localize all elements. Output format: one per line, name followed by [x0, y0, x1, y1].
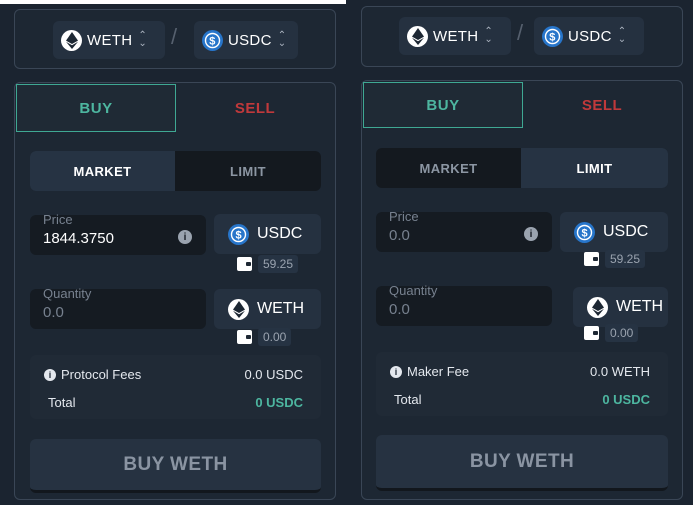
ethereum-icon: [587, 296, 608, 318]
quote-token-select[interactable]: $ USDC ⌃ ⌄: [194, 21, 298, 59]
price-unit-usdc: $ USDC: [560, 212, 668, 252]
price-label: Price: [43, 212, 73, 227]
quantity-unit-weth: WETH: [214, 289, 321, 329]
wallet-icon: [237, 330, 252, 344]
price-unit-label: USDC: [603, 223, 649, 240]
usdc-icon: $: [574, 221, 595, 243]
usdc-icon: $: [228, 223, 249, 245]
usdc-icon: $: [542, 25, 563, 47]
total-label: Total: [394, 392, 422, 407]
quantity-unit-weth: WETH: [573, 287, 668, 327]
fee-label: Maker Fee: [407, 364, 470, 379]
usdc-balance: 59.25: [584, 249, 646, 269]
order-panel: BUY SELL MARKET LIMIT Price 1844.3750 i …: [14, 82, 336, 500]
tab-sell[interactable]: SELL: [523, 82, 681, 128]
price-label: Price: [389, 209, 419, 224]
order-type-market[interactable]: MARKET: [30, 151, 175, 191]
chevron-updown-icon: ⌃ ⌄: [484, 26, 494, 45]
order-type-market[interactable]: MARKET: [376, 148, 521, 188]
total-value: 0 USDC: [255, 395, 303, 410]
quote-token-label: USDC: [228, 31, 272, 49]
info-icon[interactable]: i: [178, 230, 192, 244]
fee-value: 0.0 USDC: [244, 367, 303, 382]
quantity-label: Quantity: [43, 286, 92, 301]
fee-label: Protocol Fees: [61, 367, 142, 382]
pair-selector-box: WETH ⌃ ⌄ / $ USDC ⌃ ⌄: [14, 9, 336, 69]
chevron-updown-icon: ⌃ ⌄: [277, 30, 287, 49]
weth-balance: 0.00: [237, 327, 292, 347]
fee-value: 0.0 WETH: [590, 364, 650, 379]
quantity-input[interactable]: Quantity 0.0: [376, 283, 552, 326]
price-input[interactable]: Price 0.0 i: [376, 209, 552, 252]
quantity-unit-label: WETH: [257, 300, 305, 317]
top-white-strip: [0, 0, 346, 4]
fee-summary: i Maker Fee 0.0 WETH Total 0 USDC: [376, 352, 668, 416]
chevron-updown-icon: ⌃ ⌄: [617, 26, 627, 45]
info-icon: i: [390, 365, 402, 378]
quantity-placeholder: 0.0: [389, 301, 410, 318]
usdc-balance-value: 59.25: [258, 255, 299, 273]
tab-buy[interactable]: BUY: [363, 82, 523, 128]
base-token-select[interactable]: WETH ⌃ ⌄: [53, 21, 165, 59]
ethereum-icon: [228, 298, 249, 320]
buy-weth-button[interactable]: BUY WETH: [376, 435, 668, 491]
tab-sell[interactable]: SELL: [176, 84, 334, 132]
ethereum-icon: [61, 29, 82, 51]
wallet-icon: [584, 326, 599, 340]
pair-selector-box: WETH ⌃ ⌄ / $ USDC ⌃ ⌄: [361, 6, 683, 67]
quantity-input[interactable]: Quantity 0.0: [30, 286, 206, 329]
chevron-updown-icon: ⌃ ⌄: [138, 30, 148, 49]
svg-text:$: $: [235, 229, 241, 241]
wallet-icon: [584, 252, 599, 266]
price-unit-label: USDC: [257, 225, 303, 242]
quantity-unit-label: WETH: [616, 298, 664, 315]
base-token-label: WETH: [87, 31, 133, 49]
order-type-limit[interactable]: LIMIT: [521, 148, 668, 188]
order-type-toggle: MARKET LIMIT: [30, 151, 321, 191]
base-token-select[interactable]: WETH ⌃ ⌄: [399, 17, 511, 55]
price-value: 1844.3750: [43, 230, 114, 247]
usdc-icon: $: [202, 29, 223, 51]
buy-weth-button[interactable]: BUY WETH: [30, 439, 321, 493]
total-label: Total: [48, 395, 76, 410]
quantity-placeholder: 0.0: [43, 304, 64, 321]
svg-text:$: $: [581, 227, 587, 239]
base-token-label: WETH: [433, 27, 479, 45]
pair-separator: /: [171, 24, 178, 49]
price-unit-usdc: $ USDC: [214, 214, 321, 254]
quote-token-label: USDC: [568, 27, 612, 45]
weth-balance-value: 0.00: [605, 324, 639, 342]
svg-text:$: $: [209, 35, 215, 47]
price-placeholder: 0.0: [389, 227, 410, 244]
total-value: 0 USDC: [602, 392, 650, 407]
usdc-balance: 59.25: [237, 254, 299, 274]
ethereum-icon: [407, 25, 428, 47]
order-type-limit[interactable]: LIMIT: [175, 151, 321, 191]
fee-summary: i Protocol Fees 0.0 USDC Total 0 USDC: [30, 355, 321, 419]
tab-buy[interactable]: BUY: [16, 84, 176, 132]
order-type-toggle: MARKET LIMIT: [376, 148, 668, 188]
info-icon[interactable]: i: [524, 227, 538, 241]
wallet-icon: [237, 257, 252, 271]
weth-balance: 0.00: [584, 323, 639, 343]
weth-balance-value: 0.00: [258, 328, 292, 346]
price-input[interactable]: Price 1844.3750 i: [30, 212, 206, 255]
svg-text:$: $: [549, 31, 555, 43]
order-panel: BUY SELL MARKET LIMIT Price 0.0 i $ USDC…: [361, 80, 683, 500]
info-icon: i: [44, 368, 56, 381]
quantity-label: Quantity: [389, 283, 438, 298]
quote-token-select[interactable]: $ USDC ⌃ ⌄: [534, 17, 644, 55]
usdc-balance-value: 59.25: [605, 250, 646, 268]
pair-separator: /: [517, 20, 524, 45]
